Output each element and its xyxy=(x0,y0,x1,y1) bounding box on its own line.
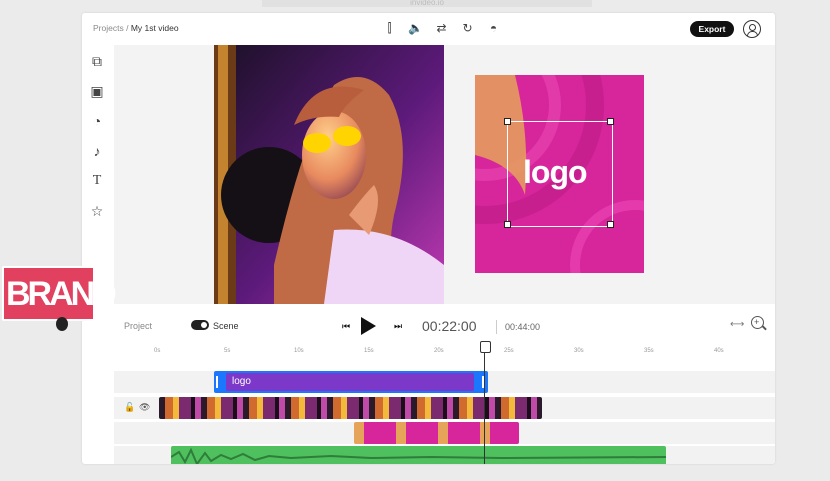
music-icon[interactable]: ♪ xyxy=(89,143,105,159)
rotate-icon[interactable]: ↻ xyxy=(460,21,475,36)
scene-label: Scene xyxy=(213,321,239,331)
play-icon[interactable] xyxy=(361,317,376,335)
cursor-dot xyxy=(56,317,68,331)
ruler-tick: 30s xyxy=(574,348,584,354)
ruler-tick: 40s xyxy=(714,348,724,354)
video-preview-photo[interactable] xyxy=(214,45,444,304)
playhead[interactable] xyxy=(480,341,491,464)
color-drop-icon[interactable]: ◓ xyxy=(486,21,501,36)
breadcrumb-separator: / xyxy=(126,23,129,33)
timeline-panel: Project Scene ⏮ ⏭ 00:22:00 00:44:00 ⟷ + … xyxy=(114,304,775,464)
breadcrumb: Projects / My 1st video xyxy=(93,23,179,33)
export-button[interactable]: Export xyxy=(690,21,734,37)
lock-icon[interactable]: 🔓 xyxy=(124,402,135,413)
ruler-tick: 25s xyxy=(504,348,514,354)
text-clip-label: logo xyxy=(232,376,251,387)
layout-icon[interactable]: ⧉ xyxy=(89,53,105,69)
ruler-tick: 15s xyxy=(364,348,374,354)
top-bar: Projects / My 1st video ⫿ 🔈 ⇄ ↻ ◓ Export xyxy=(82,13,775,45)
time-divider xyxy=(496,320,497,334)
ruler-tick: 10s xyxy=(294,348,304,354)
account-icon[interactable] xyxy=(743,20,761,38)
resize-handle[interactable] xyxy=(504,221,511,228)
text-clip[interactable]: logo xyxy=(226,373,474,391)
project-label: Project xyxy=(124,321,153,331)
eye-icon[interactable]: 👁 xyxy=(139,402,150,413)
swap-icon[interactable]: ⇄ xyxy=(434,21,449,36)
zoom-in-icon[interactable]: + xyxy=(751,316,764,329)
volume-icon[interactable]: 🔈 xyxy=(408,21,423,36)
next-icon[interactable]: ⏭ xyxy=(394,321,402,331)
current-time: 00:22:00 xyxy=(422,318,477,334)
split-icon[interactable]: ⫿ xyxy=(382,21,397,36)
sticker-icon[interactable]: ◔ xyxy=(89,113,105,129)
text-icon[interactable]: T xyxy=(89,173,105,189)
ruler-tick: 5s xyxy=(224,348,231,354)
logo-selection-box[interactable]: logo xyxy=(504,118,614,228)
resize-handle[interactable] xyxy=(504,118,511,125)
ruler-tick: 20s xyxy=(434,348,444,354)
audio-clip[interactable] xyxy=(170,446,667,464)
logo-text: logo xyxy=(523,154,588,190)
fit-icon[interactable]: ⟷ xyxy=(730,319,744,330)
brand-badge: BRAND xyxy=(2,266,117,321)
media-icon[interactable]: ▣ xyxy=(89,83,105,99)
breadcrumb-current: My 1st video xyxy=(130,23,179,33)
project-scene-toggle[interactable] xyxy=(191,320,209,330)
trim-handle-left[interactable] xyxy=(216,376,218,388)
watermark: invideo.io xyxy=(262,0,592,7)
ruler-tick: 35s xyxy=(644,348,654,354)
breadcrumb-projects[interactable]: Projects xyxy=(93,23,124,33)
editor-window: Projects / My 1st video ⫿ 🔈 ⇄ ↻ ◓ Export… xyxy=(82,13,775,464)
previous-icon[interactable]: ⏮ xyxy=(342,321,350,331)
brand-text: BRAND xyxy=(6,275,117,313)
star-icon[interactable]: ☆ xyxy=(89,203,105,219)
text-clip-selected[interactable]: logo xyxy=(214,371,488,393)
image-clip[interactable] xyxy=(354,422,519,444)
resize-handle[interactable] xyxy=(607,118,614,125)
total-time: 00:44:00 xyxy=(505,322,541,332)
resize-handle[interactable] xyxy=(607,221,614,228)
ruler-tick: 0s xyxy=(154,348,161,354)
time-ruler[interactable]: 0s 5s 10s 15s 20s 25s 30s 35s 40s xyxy=(154,345,774,359)
toolbar: ⫿ 🔈 ⇄ ↻ ◓ xyxy=(382,21,501,36)
